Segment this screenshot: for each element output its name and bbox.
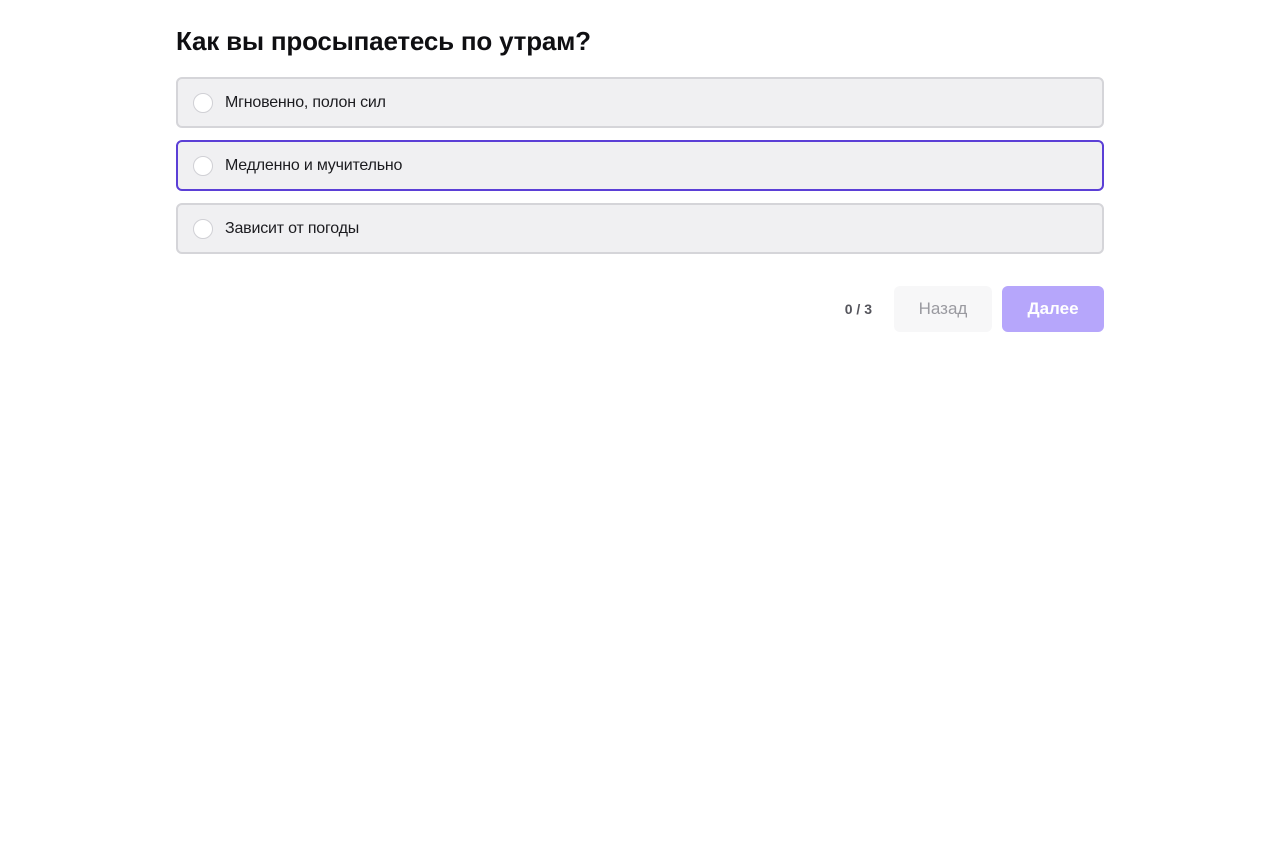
option-instantly[interactable]: Мгновенно, полон сил: [176, 77, 1104, 128]
quiz-page: Как вы просыпаетесь по утрам? Мгновенно,…: [0, 0, 1280, 860]
options-list: Мгновенно, полон сил Медленно и мучитель…: [176, 77, 1104, 254]
option-label: Зависит от погоды: [225, 219, 360, 237]
back-button[interactable]: Назад: [894, 286, 992, 332]
question-title: Как вы просыпаетесь по утрам?: [176, 26, 591, 56]
quiz-footer: 0 / 3 Назад Далее: [176, 286, 1104, 332]
radio-circle-icon[interactable]: [193, 218, 213, 239]
option-label: Мгновенно, полон сил: [225, 93, 386, 111]
radio-circle-icon[interactable]: [193, 92, 213, 113]
option-label: Медленно и мучительно: [225, 156, 403, 174]
quiz-container: Как вы просыпаетесь по утрам? Мгновенно,…: [176, 24, 1104, 332]
progress-counter: 0 / 3: [844, 301, 872, 317]
radio-circle-icon[interactable]: [193, 155, 213, 176]
option-weather[interactable]: Зависит от погоды: [176, 203, 1104, 254]
next-button[interactable]: Далее: [1002, 286, 1104, 332]
option-slowly[interactable]: Медленно и мучительно: [176, 140, 1104, 191]
